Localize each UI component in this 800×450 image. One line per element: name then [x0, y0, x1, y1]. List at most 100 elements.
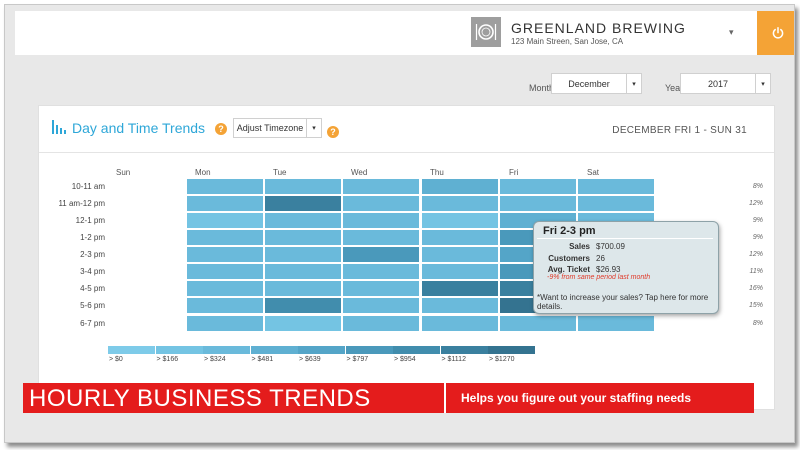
heatmap-cell[interactable]	[343, 179, 419, 194]
year-select[interactable]: 2017 ▾	[680, 73, 771, 94]
app-frame: GREENLAND BREWING 123 Main Streen, San J…	[4, 4, 795, 443]
heatmap-cell[interactable]	[422, 179, 498, 194]
heatmap-cell[interactable]	[265, 213, 341, 228]
heatmap-cell[interactable]	[265, 230, 341, 245]
hour-label: 1-2 pm	[80, 233, 105, 242]
row-percent: 11%	[749, 268, 764, 275]
card-title: Day and Time Trends	[72, 120, 206, 136]
day-header: Mon	[195, 168, 211, 177]
heatmap-cell[interactable]	[422, 230, 498, 245]
hour-label: 11 am-12 pm	[58, 199, 105, 208]
heatmap-cell[interactable]	[343, 213, 419, 228]
legend-label: > $324	[204, 356, 226, 363]
month-value: December	[568, 78, 610, 89]
heatmap-cell[interactable]	[343, 281, 419, 296]
heatmap-cell[interactable]	[187, 316, 263, 331]
cell-tooltip[interactable]: Fri 2-3 pm Sales $700.09 Customers 26 Av…	[533, 221, 719, 314]
heatmap-cell[interactable]	[187, 230, 263, 245]
tooltip-value-avg-ticket: $26.93	[596, 265, 621, 274]
legend-label: > $1112	[441, 356, 466, 363]
hour-label: 3-4 pm	[80, 267, 105, 276]
bar-chart-icon	[52, 120, 66, 134]
legend-swatch	[345, 346, 393, 354]
legend-label: > $639	[299, 356, 321, 363]
heatmap-cell[interactable]	[422, 281, 498, 296]
heatmap-cell[interactable]	[422, 264, 498, 279]
heatmap-cell[interactable]	[500, 316, 576, 331]
heatmap-cell[interactable]	[343, 264, 419, 279]
heatmap-cell[interactable]	[265, 316, 341, 331]
power-icon	[772, 27, 783, 39]
heatmap-cell[interactable]	[422, 213, 498, 228]
heatmap-cell[interactable]	[422, 196, 498, 211]
row-percent: 15%	[748, 302, 763, 309]
legend-swatch	[298, 346, 345, 354]
heatmap-cell[interactable]	[265, 247, 341, 262]
tooltip-value-sales: $700.09	[596, 242, 625, 251]
heatmap-cell[interactable]	[422, 316, 498, 331]
chevron-down-icon: ▾	[306, 119, 321, 137]
legend-label: > $1270	[489, 356, 515, 363]
legend-swatch	[393, 346, 440, 354]
legend-label: > $0	[109, 356, 123, 363]
heatmap-cell[interactable]	[343, 230, 419, 245]
heatmap-cell[interactable]	[187, 264, 263, 279]
heatmap-cell[interactable]	[578, 316, 654, 331]
business-address: 123 Main Streen, San Jose, CA	[511, 37, 624, 46]
tooltip-divider	[537, 238, 713, 239]
legend-label: > $481	[251, 356, 274, 363]
day-header: Tue	[273, 168, 287, 177]
banner-subtitle: Helps you figure out your staffing needs	[461, 391, 692, 405]
hour-label: 6-7 pm	[80, 319, 105, 328]
legend-swatch	[108, 346, 155, 354]
heatmap-cell[interactable]	[422, 298, 498, 313]
heatmap-cell[interactable]	[187, 213, 263, 228]
year-value: 2017	[707, 78, 729, 89]
tooltip-key-avg-ticket: Avg. Ticket	[547, 265, 590, 274]
legend-label: > $954	[394, 356, 416, 363]
timezone-help-icon[interactable]: ?	[327, 126, 339, 138]
account-chevron-down-icon[interactable]: ▾	[729, 27, 734, 38]
chevron-down-icon: ▾	[755, 74, 770, 93]
hour-label: 4-5 pm	[80, 284, 105, 293]
month-select[interactable]: December ▾	[551, 73, 642, 94]
hour-label: 5-6 pm	[80, 301, 105, 310]
adjust-timezone-select[interactable]: Adjust Timezone ▾	[233, 118, 322, 138]
card-header: Day and Time Trends ? Adjust Timezone ▾ …	[39, 106, 774, 153]
help-icon[interactable]: ?	[215, 123, 227, 135]
heatmap-cell[interactable]	[500, 196, 576, 211]
heatmap-cell[interactable]	[265, 196, 341, 211]
heatmap-cell[interactable]	[343, 196, 419, 211]
heatmap-cell[interactable]	[422, 247, 498, 262]
heatmap-cell[interactable]	[265, 281, 341, 296]
tooltip-key-customers: Customers	[548, 254, 590, 263]
legend-swatch	[155, 346, 203, 354]
heatmap-cell[interactable]	[265, 298, 341, 313]
power-button[interactable]	[757, 11, 794, 55]
heatmap-cell[interactable]	[187, 196, 263, 211]
heatmap-cell[interactable]	[500, 179, 576, 194]
row-percent: 12%	[748, 251, 763, 258]
banner-headline: HOURLY BUSINESS TRENDS	[29, 385, 371, 412]
legend-swatch	[488, 346, 535, 354]
heatmap-cell[interactable]	[343, 247, 419, 262]
tooltip-cta-link[interactable]: *Want to increase your sales? Tap here f…	[537, 293, 717, 311]
timezone-label: Adjust Timezone	[236, 123, 304, 133]
heatmap-cell[interactable]	[265, 264, 341, 279]
tooltip-value-customers: 26	[596, 254, 605, 263]
heatmap-cell[interactable]	[187, 179, 263, 194]
heatmap-cell[interactable]	[578, 179, 654, 194]
row-percent: 8%	[752, 320, 763, 327]
heatmap-cell[interactable]	[187, 281, 263, 296]
heatmap-cell[interactable]	[265, 179, 341, 194]
legend-swatch	[250, 346, 298, 354]
plate-cutlery-icon	[471, 17, 501, 47]
day-header: Fri	[509, 168, 519, 177]
row-percent: 9%	[752, 234, 763, 241]
heatmap-cell[interactable]	[187, 247, 263, 262]
heatmap-cell[interactable]	[343, 298, 419, 313]
heatmap-cell[interactable]	[578, 196, 654, 211]
heatmap-cell[interactable]	[343, 316, 419, 331]
heatmap-cell[interactable]	[187, 298, 263, 313]
day-header: Sat	[587, 168, 600, 177]
